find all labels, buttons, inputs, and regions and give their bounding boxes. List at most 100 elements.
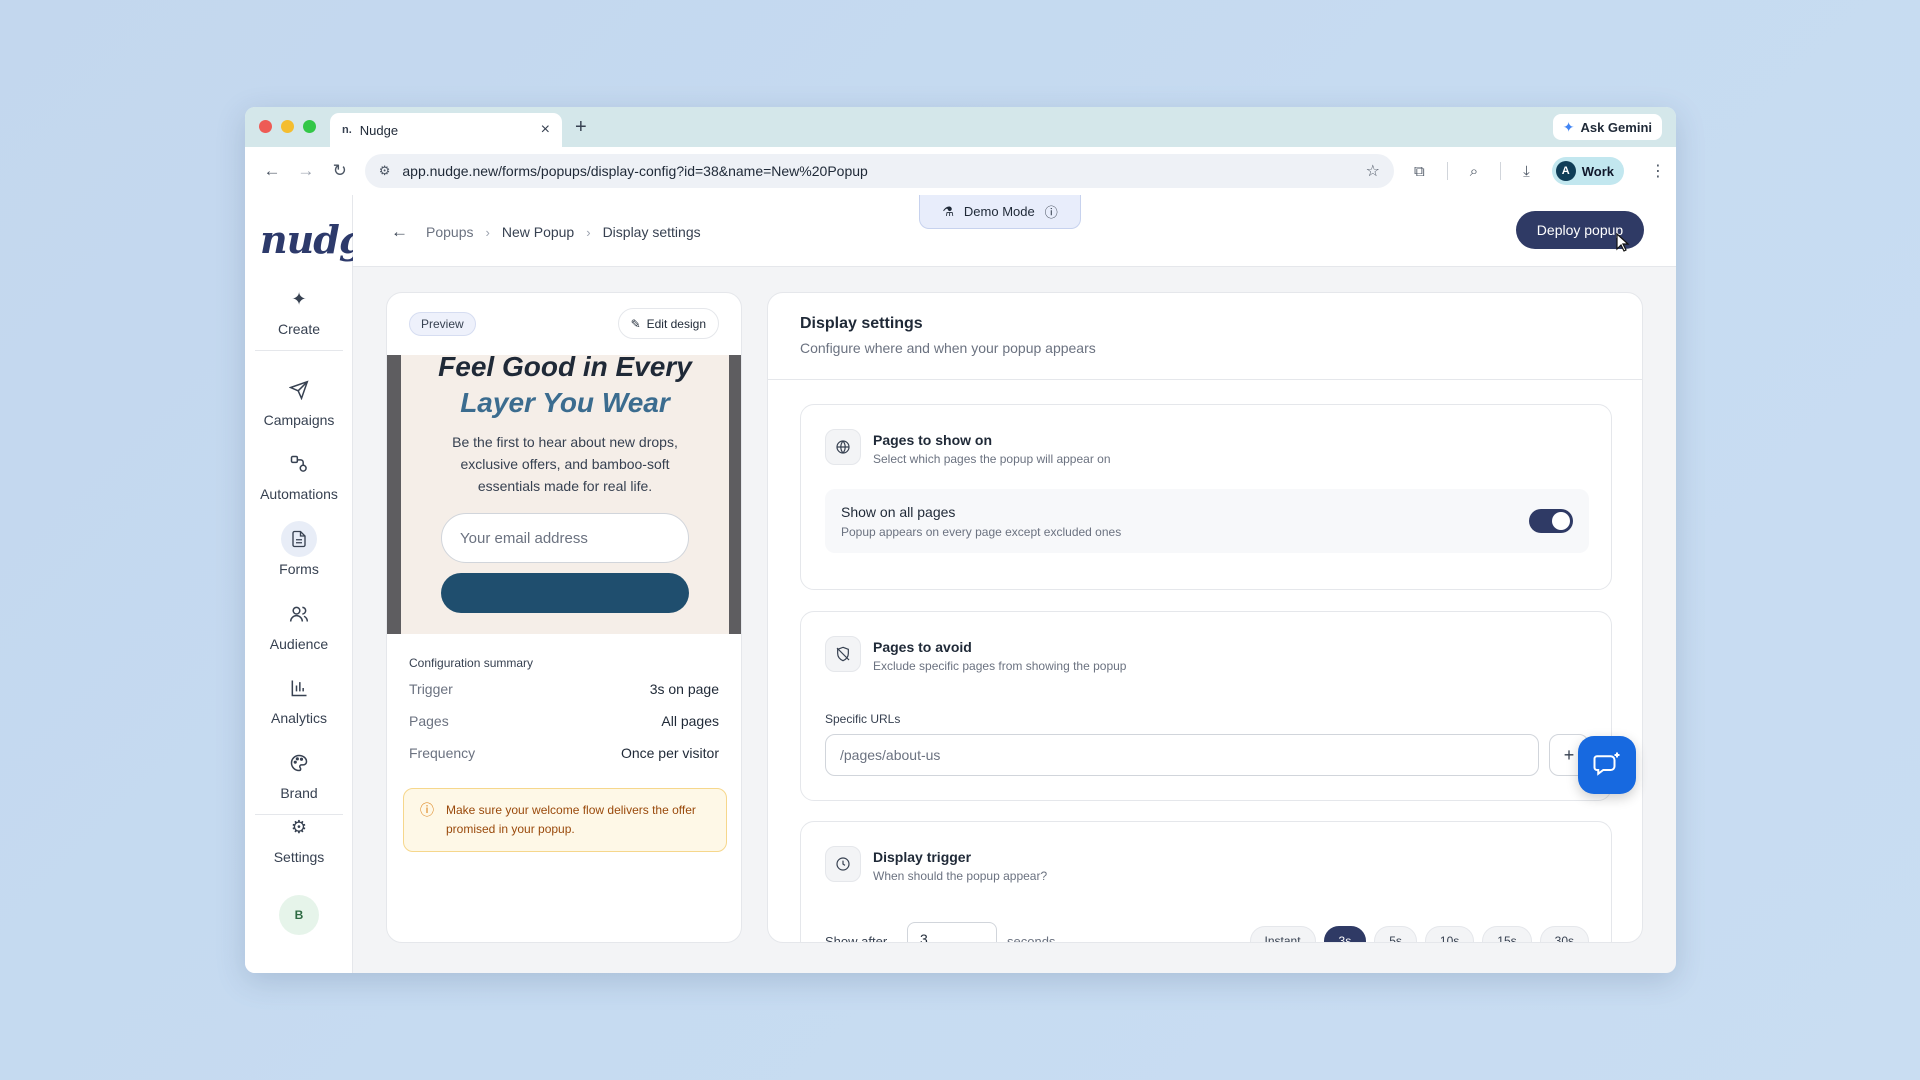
- chevron-right-icon: ›: [586, 224, 591, 240]
- breadcrumb: ← Popups › New Popup › Display settings: [391, 222, 701, 242]
- download-icon[interactable]: ⤓: [1523, 163, 1530, 180]
- tab-title: Nudge: [359, 122, 399, 138]
- sidebar-item-label: Analytics: [270, 710, 328, 726]
- page-header: ← Popups › New Popup › Display settings …: [353, 195, 1676, 267]
- panel-subtitle: Exclude specific pages from showing the …: [873, 659, 1127, 673]
- app-area: nudge ✦ Create Campaigns Automations For…: [245, 195, 1676, 973]
- browser-toolbar: ← → ↻ ⚙ app.nudge.new/forms/popups/displ…: [245, 147, 1676, 195]
- popup-headline-accent: Layer You Wear: [460, 387, 670, 418]
- info-icon: ⓘ: [420, 802, 434, 818]
- sidebar-item-audience[interactable]: Audience: [245, 596, 353, 652]
- toolbar-divider: [1446, 162, 1448, 180]
- reload-icon[interactable]: ↻: [323, 161, 357, 181]
- sidebar-item-label: Campaigns: [263, 412, 335, 428]
- toolbar-icons: ⧉ ⌕ ⤓ A Work ⋮: [1414, 157, 1666, 185]
- delay-chip-15s[interactable]: 15s: [1482, 926, 1532, 942]
- popup-email-input: Your email address: [441, 513, 689, 563]
- summary-value: All pages: [661, 713, 719, 729]
- bookmark-star-icon[interactable]: ☆: [1366, 161, 1380, 181]
- panel-title: Display trigger: [873, 849, 972, 865]
- toggle-title: Show on all pages: [841, 504, 956, 520]
- delay-chip-3s[interactable]: 3s: [1323, 926, 1367, 942]
- back-arrow-icon[interactable]: ←: [391, 222, 408, 242]
- address-bar[interactable]: ⚙ app.nudge.new/forms/popups/display-con…: [364, 154, 1394, 188]
- tab-search-icon[interactable]: ⌕: [1470, 163, 1478, 180]
- document-icon: [281, 521, 317, 557]
- ask-gemini-label: Ask Gemini: [1580, 119, 1652, 135]
- toolbar-divider: [1500, 162, 1502, 180]
- chat-support-button[interactable]: [1578, 736, 1636, 794]
- back-arrow-icon[interactable]: ←: [255, 161, 289, 181]
- breadcrumb-new-popup[interactable]: New Popup: [502, 224, 574, 240]
- summary-value: Once per visitor: [620, 745, 719, 761]
- pages-to-avoid-panel: Pages to avoid Exclude specific pages fr…: [800, 611, 1612, 801]
- sidebar: nudge ✦ Create Campaigns Automations For…: [245, 195, 389, 973]
- show-on-all-pages-row: Show on all pages Popup appears on every…: [825, 489, 1589, 553]
- globe-icon: [825, 429, 861, 465]
- ask-gemini-button[interactable]: ✦ Ask Gemini: [1552, 114, 1662, 140]
- chevron-right-icon: ›: [485, 224, 490, 240]
- clock-icon: [825, 846, 861, 882]
- favicon-icon: n.: [342, 124, 352, 136]
- popup-preview: Feel Good in Every Layer You Wear Be the…: [401, 355, 729, 634]
- window-controls: [259, 120, 316, 133]
- sidebar-item-forms[interactable]: Forms: [245, 521, 353, 577]
- new-tab-icon[interactable]: +: [575, 116, 587, 139]
- sidebar-item-label: Create: [277, 321, 321, 337]
- maximize-window-button[interactable]: [303, 120, 316, 133]
- summary-key: Trigger: [409, 681, 453, 697]
- specific-urls-label: Specific URLs: [825, 712, 901, 726]
- forward-arrow-icon[interactable]: →: [289, 161, 323, 181]
- sidebar-item-label: Forms: [279, 561, 319, 577]
- close-tab-icon[interactable]: ×: [541, 121, 550, 139]
- browser-window: n. Nudge × + ✦ Ask Gemini ← → ↻ ⚙ app.nu…: [245, 107, 1676, 973]
- breadcrumb-popups[interactable]: Popups: [426, 224, 473, 240]
- workflow-icon: [281, 446, 317, 482]
- pages-to-show-panel: Pages to show on Select which pages the …: [800, 404, 1612, 590]
- sidebar-item-analytics[interactable]: Analytics: [245, 670, 353, 726]
- sidebar-item-campaigns[interactable]: Campaigns: [245, 372, 353, 428]
- popup-submit-button: [441, 573, 689, 613]
- delay-chip-5s[interactable]: 5s: [1374, 926, 1417, 942]
- sidebar-item-brand[interactable]: Brand: [245, 745, 353, 801]
- delay-chip-10s[interactable]: 10s: [1424, 926, 1475, 942]
- sidebar-item-create[interactable]: ✦ Create: [245, 281, 353, 338]
- close-window-button[interactable]: [259, 120, 272, 133]
- site-settings-icon[interactable]: ⚙: [379, 163, 391, 179]
- delay-chip-instant[interactable]: Instant: [1249, 926, 1316, 942]
- specific-url-input[interactable]: /pages/about-us: [825, 734, 1539, 776]
- sidebar-item-automations[interactable]: Automations: [245, 446, 353, 502]
- info-icon[interactable]: ⓘ: [1045, 202, 1058, 221]
- edit-design-button[interactable]: ✎ Edit design: [617, 308, 719, 339]
- panel-title: Pages to avoid: [873, 639, 972, 655]
- browser-tab[interactable]: n. Nudge ×: [330, 113, 562, 147]
- popup-preview-frame: Feel Good in Every Layer You Wear Be the…: [387, 355, 741, 634]
- delay-presets: Instant 3s 5s 10s 15s 30s: [1249, 926, 1589, 942]
- edit-design-label: Edit design: [646, 316, 706, 331]
- demo-mode-label: Demo Mode: [963, 204, 1035, 219]
- show-on-all-pages-toggle[interactable]: [1529, 509, 1573, 533]
- breadcrumb-current: Display settings: [602, 224, 701, 240]
- flask-icon: ⚗: [942, 203, 954, 219]
- sidebar-divider: [255, 350, 343, 351]
- main-content: ← Popups › New Popup › Display settings …: [353, 195, 1676, 973]
- sidebar-item-label: Brand: [280, 785, 318, 801]
- minimize-window-button[interactable]: [281, 120, 294, 133]
- demo-mode-badge[interactable]: ⚗ Demo Mode ⓘ: [919, 195, 1081, 229]
- shield-off-icon: [825, 636, 861, 672]
- chat-bubble-icon: [1593, 752, 1620, 776]
- more-menu-icon[interactable]: ⋮: [1650, 161, 1666, 181]
- delay-chip-30s[interactable]: 30s: [1539, 926, 1589, 942]
- tab-strip: n. Nudge × + ✦ Ask Gemini: [245, 107, 1676, 147]
- preview-badge: Preview: [409, 312, 476, 336]
- sidebar-item-settings[interactable]: ⚙ Settings: [245, 809, 353, 866]
- user-avatar[interactable]: B: [279, 895, 319, 935]
- profile-label: Work: [1581, 163, 1614, 179]
- seconds-label: seconds: [1007, 934, 1056, 943]
- extensions-icon[interactable]: ⧉: [1414, 163, 1425, 180]
- profile-button[interactable]: A Work: [1551, 157, 1624, 185]
- gear-icon: ⚙: [290, 816, 308, 837]
- delay-seconds-input[interactable]: 3: [907, 922, 997, 942]
- notice-text: Make sure your welcome flow delivers the…: [446, 803, 696, 836]
- mouse-cursor-icon: [1616, 233, 1630, 252]
